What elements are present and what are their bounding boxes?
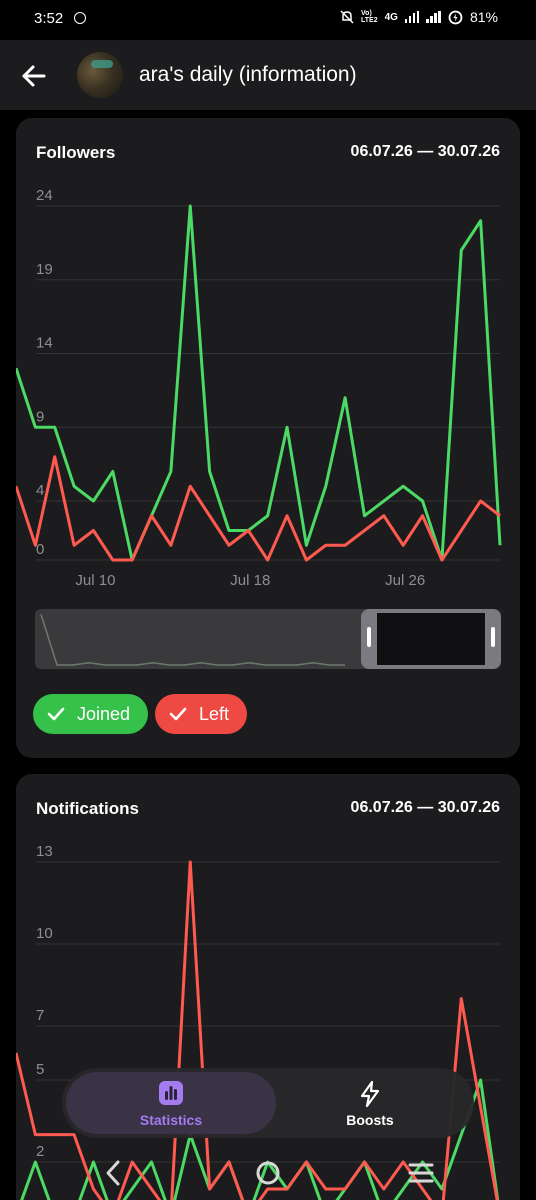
tab-boosts-label: Boosts — [346, 1112, 394, 1128]
x-tick-label: Jul 18 — [230, 572, 270, 589]
status-icons: Vo) LTE2 4G 81% — [340, 9, 498, 25]
battery-level: 81% — [469, 9, 498, 25]
series-line-joined — [16, 204, 502, 562]
message-notification-icon — [74, 12, 86, 24]
status-time: 3:52 — [34, 10, 64, 27]
series-line-left — [16, 455, 501, 562]
channel-title: ara's daily (information) — [139, 63, 357, 86]
x-tick-label: Jul 10 — [75, 572, 115, 589]
tab-statistics-label: Statistics — [139, 1112, 203, 1128]
y-tick-label: 24 — [36, 187, 53, 204]
status-bar: 3:52 Vo) LTE2 4G 81% — [0, 0, 536, 40]
back-arrow-icon[interactable] — [20, 62, 48, 90]
y-tick-label: 5 — [36, 1061, 44, 1078]
y-tick-label: 4 — [36, 482, 44, 499]
battery-saver-icon — [448, 10, 463, 24]
y-tick-label: 19 — [36, 261, 53, 278]
check-icon — [47, 707, 65, 721]
legend-joined-chip[interactable]: Joined — [33, 694, 149, 734]
volte-indicator: Vo) LTE2 — [361, 10, 378, 24]
y-tick-label: 7 — [36, 1007, 44, 1024]
signal-2-icon — [426, 11, 441, 23]
y-tick-label: 13 — [36, 843, 53, 860]
statistics-icon — [159, 1081, 183, 1105]
app-header: ara's daily (information) — [0, 40, 536, 110]
y-tick-label: 14 — [36, 335, 53, 352]
boosts-icon — [360, 1080, 380, 1108]
nav-back-icon[interactable] — [106, 1160, 120, 1186]
tab-statistics[interactable]: Statistics — [66, 1072, 276, 1134]
legend-joined-label: Joined — [77, 703, 131, 724]
legend-left-chip[interactable]: Left — [155, 694, 248, 734]
legend-left-label: Left — [199, 703, 230, 724]
range-window[interactable] — [361, 609, 501, 669]
mute-bell-icon — [340, 10, 354, 24]
nav-recents-icon[interactable] — [408, 1163, 434, 1183]
y-tick-label: 9 — [36, 408, 44, 425]
system-nav-bar — [106, 1160, 434, 1186]
nav-home-icon[interactable] — [256, 1161, 280, 1185]
range-selector[interactable] — [35, 609, 501, 669]
network-type: 4G — [384, 11, 398, 23]
followers-chart[interactable]: 049141924Jul 10 Jul 18 Jul 26 — [16, 118, 520, 598]
tab-boosts[interactable]: Boosts — [268, 1072, 472, 1134]
range-handle-left[interactable] — [367, 627, 371, 647]
followers-card: Followers 06.07.26 — 30.07.26 0 4 9 14 19 24 J… — [16, 118, 520, 758]
bottom-nav: Statistics Boosts — [62, 1068, 474, 1138]
x-tick-label: Jul 26 — [385, 572, 425, 589]
y-tick-label: 10 — [36, 925, 53, 942]
overview-line-joined — [40, 614, 345, 666]
range-handle-right[interactable] — [491, 627, 495, 647]
channel-avatar[interactable] — [77, 52, 123, 98]
check-icon — [169, 707, 187, 721]
signal-1-icon — [404, 11, 420, 23]
